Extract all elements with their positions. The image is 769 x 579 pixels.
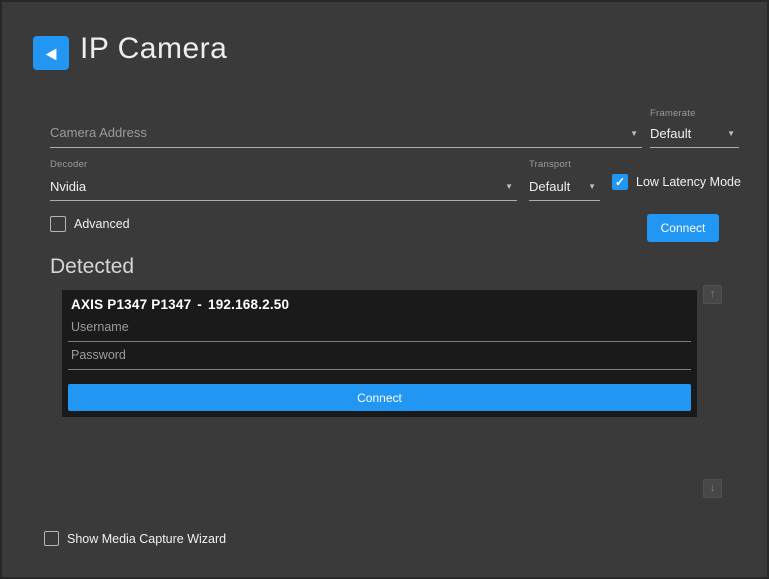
back-arrow-icon: ◀ (46, 45, 57, 60)
camera-connect-button-label: Connect (357, 391, 402, 405)
show-wizard-checkbox[interactable]: Show Media Capture Wizard (44, 531, 226, 546)
decoder-label: Decoder (50, 159, 517, 170)
detected-camera-dash: - (191, 297, 208, 312)
show-wizard-checkbox-box[interactable] (44, 531, 59, 546)
advanced-checkbox-box[interactable] (50, 216, 66, 232)
detected-camera-address: 192.168.2.50 (208, 297, 289, 312)
low-latency-checkbox-box[interactable]: ✓ (612, 174, 628, 190)
scroll-down-icon: ↓ (710, 483, 716, 494)
decoder-dropdown-icon[interactable]: ▼ (501, 183, 517, 200)
decoder-value: Nvidia (50, 179, 86, 200)
camera-connect-button[interactable]: Connect (68, 384, 691, 411)
camera-address-dropdown-icon[interactable]: ▼ (626, 130, 642, 147)
transport-value: Default (529, 179, 570, 200)
check-icon: ✓ (615, 176, 625, 188)
password-input[interactable] (68, 345, 691, 370)
connect-button[interactable]: Connect (647, 214, 719, 242)
low-latency-checkbox[interactable]: ✓ Low Latency Mode (612, 174, 741, 190)
scroll-up-icon: ↑ (710, 289, 716, 300)
connect-button-label: Connect (661, 221, 706, 235)
framerate-value: Default (650, 126, 691, 147)
page-title: IP Camera (80, 32, 227, 66)
camera-address-input[interactable] (50, 125, 626, 147)
advanced-checkbox[interactable]: Advanced (50, 216, 130, 232)
back-button[interactable]: ◀ (33, 36, 69, 70)
show-wizard-label: Show Media Capture Wizard (67, 532, 226, 546)
framerate-select[interactable]: Framerate Default ▼ (650, 108, 739, 148)
camera-address-field: ▼ (50, 114, 642, 148)
transport-dropdown-icon[interactable]: ▼ (584, 183, 600, 200)
detected-heading: Detected (50, 255, 134, 279)
framerate-dropdown-icon[interactable]: ▼ (723, 130, 739, 147)
username-input[interactable] (68, 317, 691, 342)
scroll-down-button[interactable]: ↓ (703, 479, 722, 498)
ip-camera-dialog: ◀ IP Camera ▼ Framerate Default ▼ Decode… (0, 0, 769, 579)
framerate-label: Framerate (650, 108, 739, 119)
detected-camera-title: AXIS P1347 P1347-192.168.2.50 (71, 297, 289, 312)
transport-label: Transport (529, 159, 600, 170)
advanced-label: Advanced (74, 217, 130, 231)
transport-select[interactable]: Transport Default ▼ (529, 159, 600, 201)
scroll-up-button[interactable]: ↑ (703, 285, 722, 304)
decoder-select[interactable]: Decoder Nvidia ▼ (50, 159, 517, 201)
low-latency-label: Low Latency Mode (636, 175, 741, 189)
detected-camera-name: AXIS P1347 P1347 (71, 297, 191, 312)
